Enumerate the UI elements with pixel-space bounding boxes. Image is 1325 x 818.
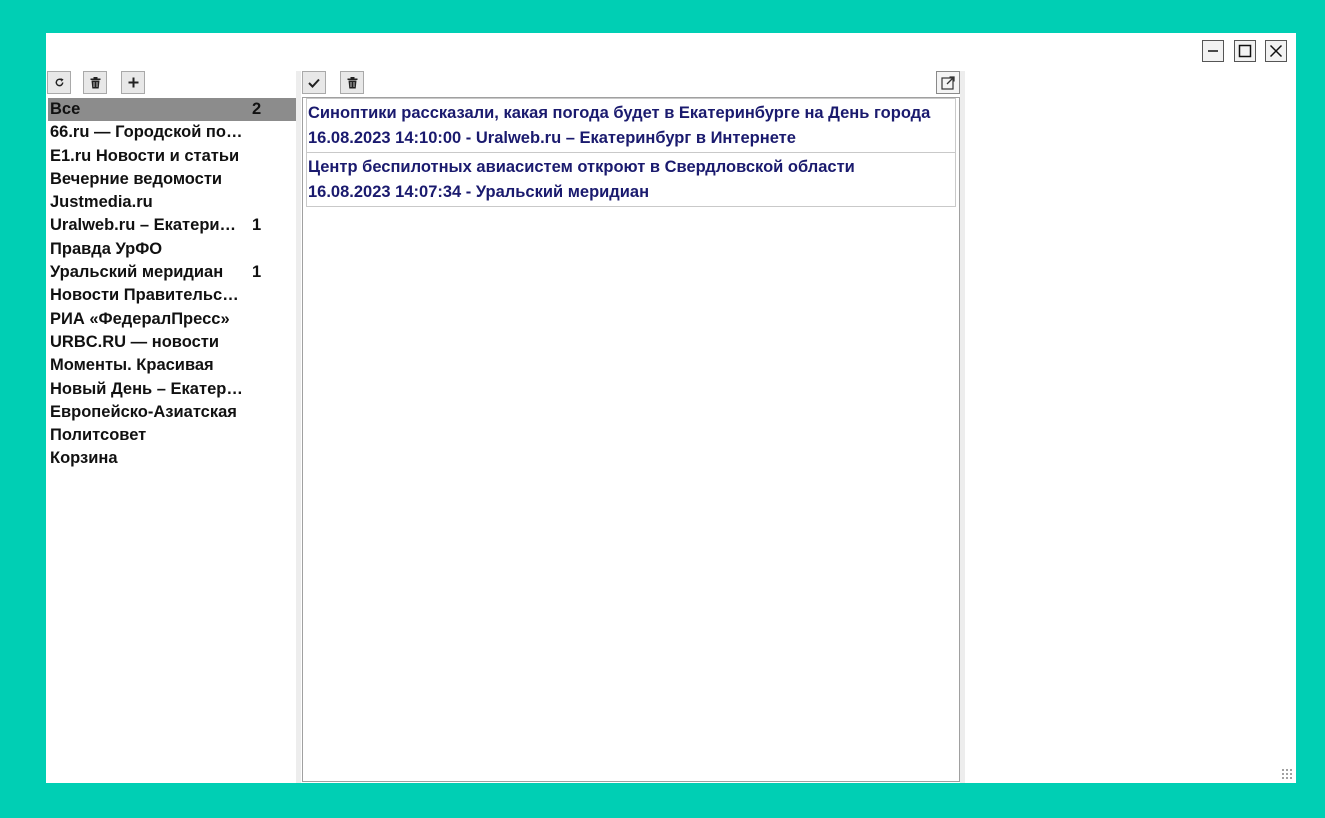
close-icon bbox=[1269, 44, 1283, 58]
unread-count: 1 bbox=[252, 216, 262, 235]
article-item[interactable]: Синоптики рассказали, какая погода будет… bbox=[306, 98, 956, 153]
article-meta: 16.08.2023 14:07:34 - Уральский меридиан bbox=[308, 183, 650, 201]
feed-item[interactable]: Justmedia.ru bbox=[48, 191, 296, 214]
feed-label: Моменты. Красивая bbox=[50, 356, 214, 375]
refresh-icon bbox=[55, 78, 64, 87]
feed-item[interactable]: Моменты. Красивая bbox=[48, 354, 296, 377]
feed-label: Новый День – Екатеринбург bbox=[50, 379, 243, 398]
feed-item[interactable]: Все 2 bbox=[48, 98, 296, 122]
feed-label: Европейско-Азиатская bbox=[50, 402, 237, 421]
feed-label: Новости Правительства bbox=[50, 286, 243, 305]
trash-icon bbox=[347, 76, 357, 88]
feed-item[interactable]: 66.ru — Городской портал bbox=[48, 121, 296, 144]
add-feed-button[interactable] bbox=[121, 71, 145, 94]
article-meta: 16.08.2023 14:10:00 - Uralweb.ru – Екате… bbox=[308, 129, 796, 147]
resize-grip[interactable] bbox=[1281, 768, 1293, 780]
feed-label: Justmedia.ru bbox=[50, 193, 153, 212]
article-title: Синоптики рассказали, какая погода будет… bbox=[308, 104, 931, 122]
feed-label: Все bbox=[50, 100, 81, 118]
feed-label: РИА «ФедералПресс» bbox=[50, 309, 230, 328]
maximize-icon bbox=[1238, 44, 1252, 58]
external-link-icon bbox=[941, 75, 955, 90]
feed-item[interactable]: Европейско-Азиатская bbox=[48, 401, 296, 424]
unread-count: 2 bbox=[252, 100, 262, 118]
checkmark-icon bbox=[308, 78, 320, 88]
feed-item[interactable]: Новый День – Екатеринбург bbox=[48, 378, 296, 401]
feed-item[interactable]: E1.ru Новости и статьи bbox=[48, 145, 296, 168]
feed-label: Uralweb.ru – Екатеринбург в Интернете bbox=[50, 216, 243, 235]
feed-label: Уральский меридиан bbox=[50, 263, 224, 282]
open-external-button[interactable] bbox=[936, 71, 960, 94]
close-button[interactable] bbox=[1265, 40, 1287, 62]
feed-item[interactable]: URBC.RU — новости bbox=[48, 331, 296, 354]
minimize-button[interactable] bbox=[1202, 40, 1224, 62]
feed-item[interactable]: Правда УрФО bbox=[48, 238, 296, 261]
feed-label: E1.ru Новости и статьи bbox=[50, 146, 240, 165]
feed-label: URBC.RU — новости bbox=[50, 332, 219, 351]
delete-feed-button[interactable] bbox=[83, 71, 107, 94]
maximize-button[interactable] bbox=[1234, 40, 1256, 62]
article-title: Центр беспилотных авиасистем откроют в С… bbox=[308, 158, 855, 176]
mark-read-button[interactable] bbox=[302, 71, 326, 94]
feed-item[interactable]: Новости Правительства bbox=[48, 284, 296, 307]
feed-label: Корзина bbox=[50, 449, 118, 468]
feed-item[interactable]: Вечерние ведомости bbox=[48, 168, 296, 191]
panel-splitter[interactable] bbox=[296, 71, 301, 783]
feed-label: Вечерние ведомости bbox=[50, 169, 223, 188]
article-list: Синоптики рассказали, какая погода будет… bbox=[302, 97, 960, 782]
plus-icon bbox=[128, 77, 138, 88]
refresh-button[interactable] bbox=[47, 71, 71, 94]
feed-item[interactable]: Политсовет bbox=[48, 424, 296, 447]
feed-label: Правда УрФО bbox=[50, 239, 163, 258]
feed-list: Все 2 66.ru — Городской портал E1.ru Новост… bbox=[48, 98, 296, 471]
trash-icon bbox=[90, 76, 100, 88]
minimize-icon bbox=[1208, 50, 1218, 52]
feed-item[interactable]: Uralweb.ru – Екатеринбург в Интернете 1 bbox=[48, 214, 296, 237]
feed-item[interactable]: Корзина bbox=[48, 447, 296, 470]
feed-item[interactable]: РИА «ФедералПресс» bbox=[48, 308, 296, 331]
panel-splitter-right[interactable] bbox=[960, 71, 965, 783]
article-item[interactable]: Центр беспилотных авиасистем откроют в С… bbox=[306, 153, 956, 207]
unread-count: 1 bbox=[252, 263, 262, 282]
feed-item[interactable]: Уральский меридиан 1 bbox=[48, 261, 296, 284]
delete-article-button[interactable] bbox=[340, 71, 364, 94]
feed-label: 66.ru — Городской портал bbox=[50, 123, 243, 142]
app-window: Все 2 66.ru — Городской портал E1.ru Новост… bbox=[46, 33, 1296, 783]
feed-label: Политсовет bbox=[50, 426, 147, 445]
